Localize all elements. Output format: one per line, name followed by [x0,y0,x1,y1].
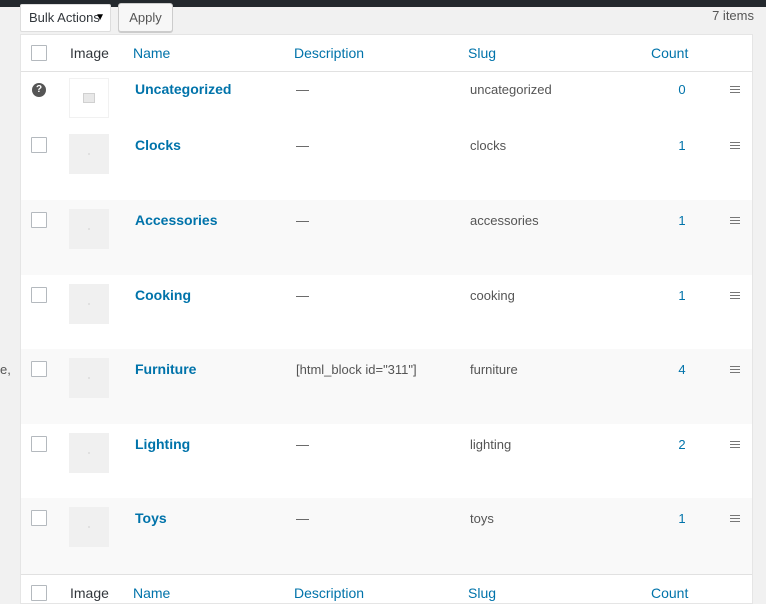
category-thumbnail [69,358,109,398]
category-description: [html_block id="311"] [296,362,417,377]
drag-handle-icon[interactable] [730,515,740,524]
drag-handle-icon[interactable] [730,441,740,450]
left-edge-text-fragment: e, [0,362,11,377]
table-row[interactable]: Lighting — lighting 2 [21,424,752,498]
category-thumbnail [69,433,109,473]
category-description: — [296,511,309,526]
category-slug: furniture [470,362,518,377]
table-row[interactable]: Cooking — cooking 1 [21,275,752,349]
drag-handle-icon[interactable] [730,86,740,95]
category-thumbnail [69,507,109,547]
category-description: — [296,213,309,228]
category-count-link[interactable]: 1 [672,138,692,153]
items-count: 7 items [712,8,754,23]
category-count-link[interactable]: 1 [672,213,692,228]
table-nav-top: Bulk Actions ▼ Apply 7 items [20,3,754,33]
column-name-footer[interactable]: Name [133,585,170,601]
row-checkbox[interactable] [31,212,47,228]
category-count-link[interactable]: 4 [672,362,692,377]
category-name-link[interactable]: Furniture [135,361,196,377]
table-header: Image Name Description Slug Count [21,35,752,72]
category-thumbnail [69,209,109,249]
category-name-link[interactable]: Clocks [135,137,181,153]
bulk-actions-label: Bulk Actions [29,10,100,25]
table-row[interactable]: ? Uncategorized — uncategorized 0 [21,71,752,127]
category-thumbnail [69,284,109,324]
category-count-link[interactable]: 0 [672,82,692,97]
category-name-link[interactable]: Toys [135,510,167,526]
category-description: — [296,82,309,97]
category-count-link[interactable]: 1 [672,511,692,526]
row-checkbox[interactable] [31,510,47,526]
category-name-link[interactable]: Accessories [135,212,218,228]
category-slug: toys [470,511,494,526]
column-count[interactable]: Count [651,45,688,61]
table-row[interactable]: Clocks — clocks 1 [21,127,752,200]
column-name[interactable]: Name [133,45,170,61]
column-slug[interactable]: Slug [468,45,496,61]
category-description: — [296,437,309,452]
chevron-down-icon: ▼ [95,12,105,23]
category-count-link[interactable]: 2 [672,437,692,452]
category-slug: lighting [470,437,512,452]
row-checkbox[interactable] [31,137,47,153]
table-row[interactable]: Accessories — accessories 1 [21,200,752,275]
row-checkbox[interactable] [31,361,47,377]
column-image-footer: Image [70,585,109,601]
row-checkbox[interactable] [31,436,47,452]
column-description-footer[interactable]: Description [294,585,364,601]
bulk-actions-select[interactable]: Bulk Actions ▼ [20,4,111,32]
drag-handle-icon[interactable] [730,292,740,301]
image-placeholder-icon [69,78,109,118]
select-all-checkbox-footer[interactable] [31,585,47,601]
category-thumbnail [69,134,109,174]
category-count-link[interactable]: 1 [672,288,692,303]
column-slug-footer[interactable]: Slug [468,585,496,601]
question-circle-icon[interactable]: ? [32,83,46,97]
category-slug: cooking [470,288,515,303]
select-all-checkbox[interactable] [31,45,47,61]
category-name-link[interactable]: Lighting [135,436,190,452]
drag-handle-icon[interactable] [730,142,740,151]
column-count-footer[interactable]: Count [651,585,688,601]
category-slug: clocks [470,138,507,153]
column-description[interactable]: Description [294,45,364,61]
category-description: — [296,288,309,303]
table-row[interactable]: Toys — toys 1 [21,498,752,574]
category-slug: uncategorized [470,82,552,97]
category-name-link[interactable]: Uncategorized [135,81,231,97]
category-slug: accessories [470,213,539,228]
drag-handle-icon[interactable] [730,366,740,375]
column-image: Image [70,45,109,61]
categories-table: Image Name Description Slug Count ? Unca… [20,34,753,604]
category-name-link[interactable]: Cooking [135,287,191,303]
apply-button[interactable]: Apply [118,3,173,32]
row-checkbox[interactable] [31,287,47,303]
table-row[interactable]: Furniture [html_block id="311"] furnitur… [21,349,752,424]
drag-handle-icon[interactable] [730,217,740,226]
category-description: — [296,138,309,153]
